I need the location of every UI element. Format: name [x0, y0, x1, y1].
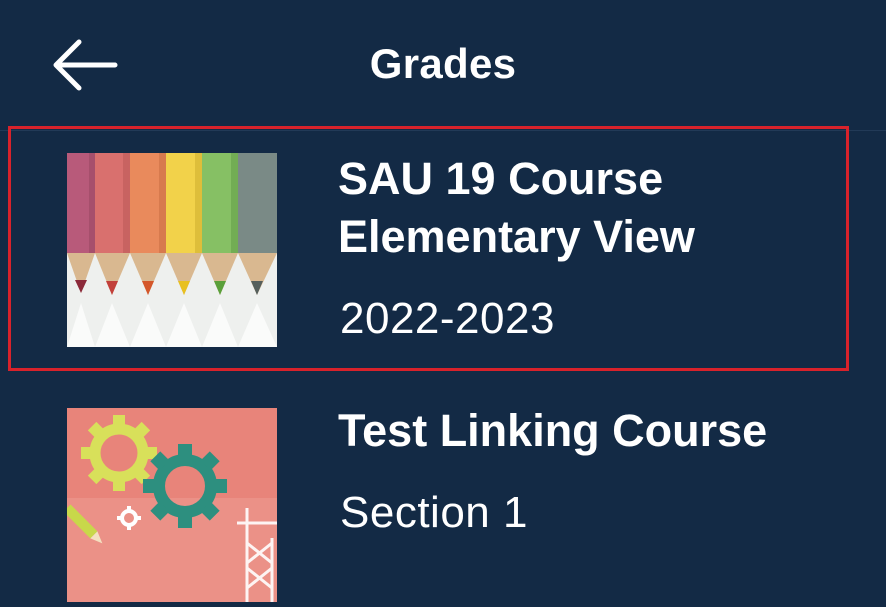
course-item-test-linking[interactable]: Test Linking Course Section 1	[0, 375, 886, 607]
colored-pencils-image	[67, 153, 277, 347]
course-subtitle: Section 1	[340, 488, 528, 537]
course-subtitle: 2022-2023	[340, 294, 555, 343]
grades-screen: Grades SAU 19 Course Elementary View 202…	[0, 0, 886, 607]
course-name: SAU 19 Course Elementary View	[338, 153, 695, 262]
gears-illustration-image	[67, 408, 277, 602]
course-name: Test Linking Course	[338, 405, 768, 456]
header-bar: Grades	[0, 0, 886, 131]
course-item-sau19[interactable]: SAU 19 Course Elementary View 2022-2023	[0, 130, 886, 375]
page-title: Grades	[369, 40, 517, 87]
